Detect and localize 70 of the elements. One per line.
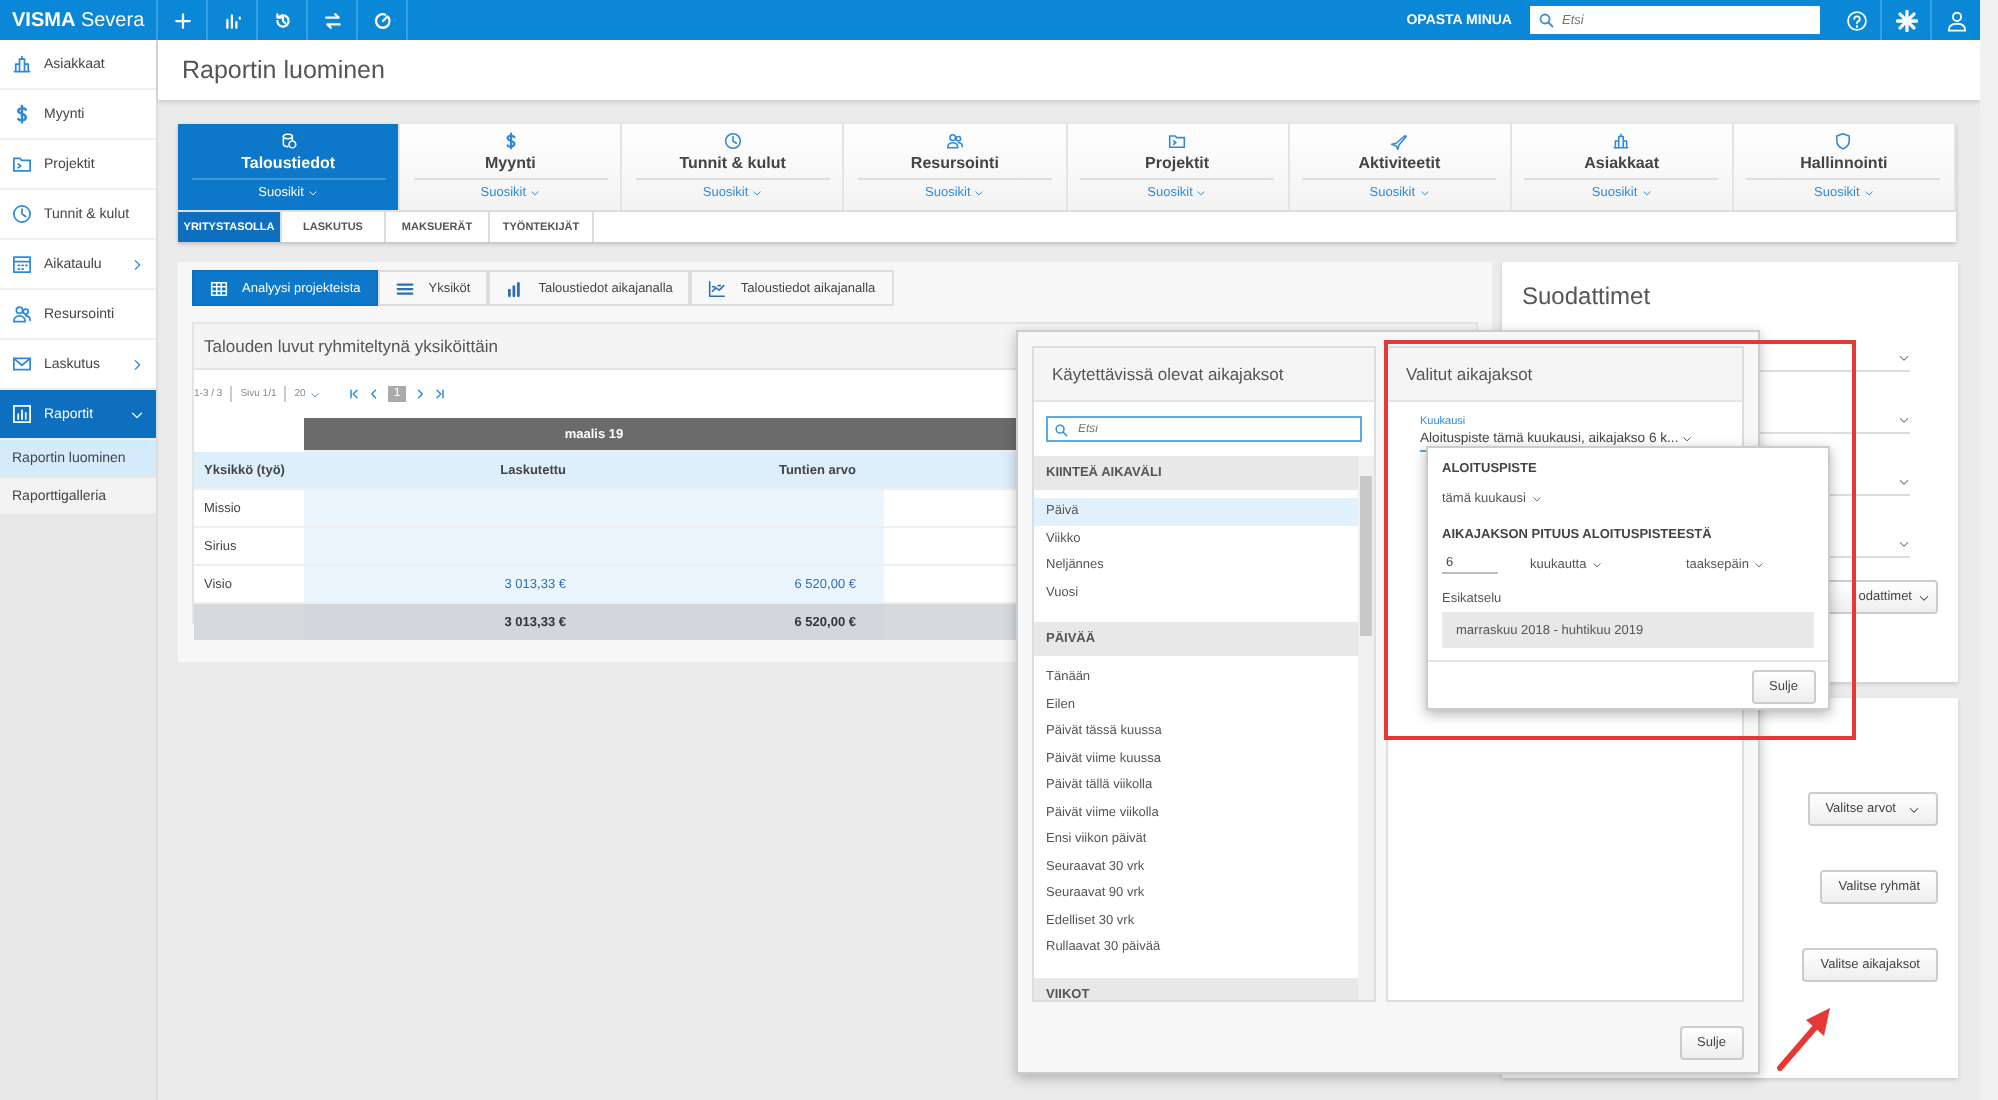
caret-icon [1592, 559, 1603, 569]
caret-icon [307, 188, 318, 198]
caret-icon [1682, 434, 1693, 444]
caret-icon [1908, 803, 1920, 815]
search-icon [1054, 422, 1068, 436]
pane-title: Käytettävissä olevat aikajaksot [1034, 348, 1374, 402]
last-page-button[interactable] [434, 388, 447, 400]
line-chart-icon [708, 279, 727, 297]
shield-icon [1834, 132, 1853, 150]
next-page-button[interactable] [414, 388, 427, 400]
pane-title: Valitut aikajaksot [1388, 348, 1742, 402]
caret-icon [1531, 494, 1542, 504]
chevron-down-icon [1898, 414, 1910, 426]
panel-title: Suodattimet [1522, 282, 1653, 310]
bar-chart-icon [12, 404, 32, 424]
chevron-down-icon [1898, 476, 1910, 488]
caret-icon [1918, 591, 1930, 603]
plane-icon [1390, 132, 1409, 150]
caret-icon [974, 188, 985, 198]
previous-icon [367, 388, 380, 400]
chevron-down-icon [130, 407, 144, 421]
caret-icon [1863, 188, 1874, 198]
caret-icon [309, 389, 320, 399]
arrow-drawing [1777, 1008, 1830, 1071]
total-cell [194, 604, 304, 640]
building-icon [1612, 132, 1631, 150]
last-page-icon [434, 388, 447, 400]
plus-icon [173, 11, 191, 29]
caret-icon [752, 188, 763, 198]
previous-page-button[interactable] [367, 388, 380, 400]
scrollbar[interactable] [1980, 0, 1998, 40]
user-icon [1945, 9, 1967, 31]
clock-icon [723, 132, 742, 150]
history-icon [273, 11, 291, 29]
page-title: Raportin luominen [158, 40, 1980, 100]
folder-icon [12, 154, 32, 174]
clock-icon [12, 204, 32, 224]
settings-icon [1895, 9, 1917, 31]
caret-icon [1754, 559, 1765, 569]
scrollbar[interactable] [1980, 40, 1998, 1100]
next-icon [414, 388, 427, 400]
chevron-down-icon [1898, 538, 1910, 550]
envelope-icon [12, 354, 32, 374]
people-icon [945, 132, 964, 150]
chevron-right-icon [130, 357, 144, 371]
table-icon [210, 279, 228, 297]
calendar-icon [12, 254, 32, 274]
caret-icon [530, 188, 541, 198]
scrollbar[interactable] [1358, 456, 1374, 1000]
folder-icon [1168, 132, 1187, 150]
dollar-icon [12, 104, 32, 124]
chevron-down-icon [1898, 352, 1910, 364]
first-page-icon [347, 388, 360, 400]
chevron-right-icon [130, 257, 144, 271]
bar-chart-icon [506, 279, 525, 297]
first-page-button[interactable] [347, 388, 360, 400]
bar-chart-icon [223, 11, 241, 29]
dollar-icon [501, 132, 520, 150]
brand-logo[interactable]: VISMA Severa [0, 9, 156, 31]
help-icon [1845, 9, 1867, 31]
list-icon [396, 279, 415, 297]
search-icon [1538, 12, 1554, 28]
caret-icon [1641, 188, 1652, 198]
caret-icon [1196, 188, 1207, 198]
caret-icon [1419, 188, 1430, 198]
building-icon [12, 54, 32, 74]
people-icon [12, 304, 32, 324]
swap-icon [323, 11, 341, 29]
gauge-icon [373, 11, 391, 29]
coins-icon [279, 132, 298, 150]
